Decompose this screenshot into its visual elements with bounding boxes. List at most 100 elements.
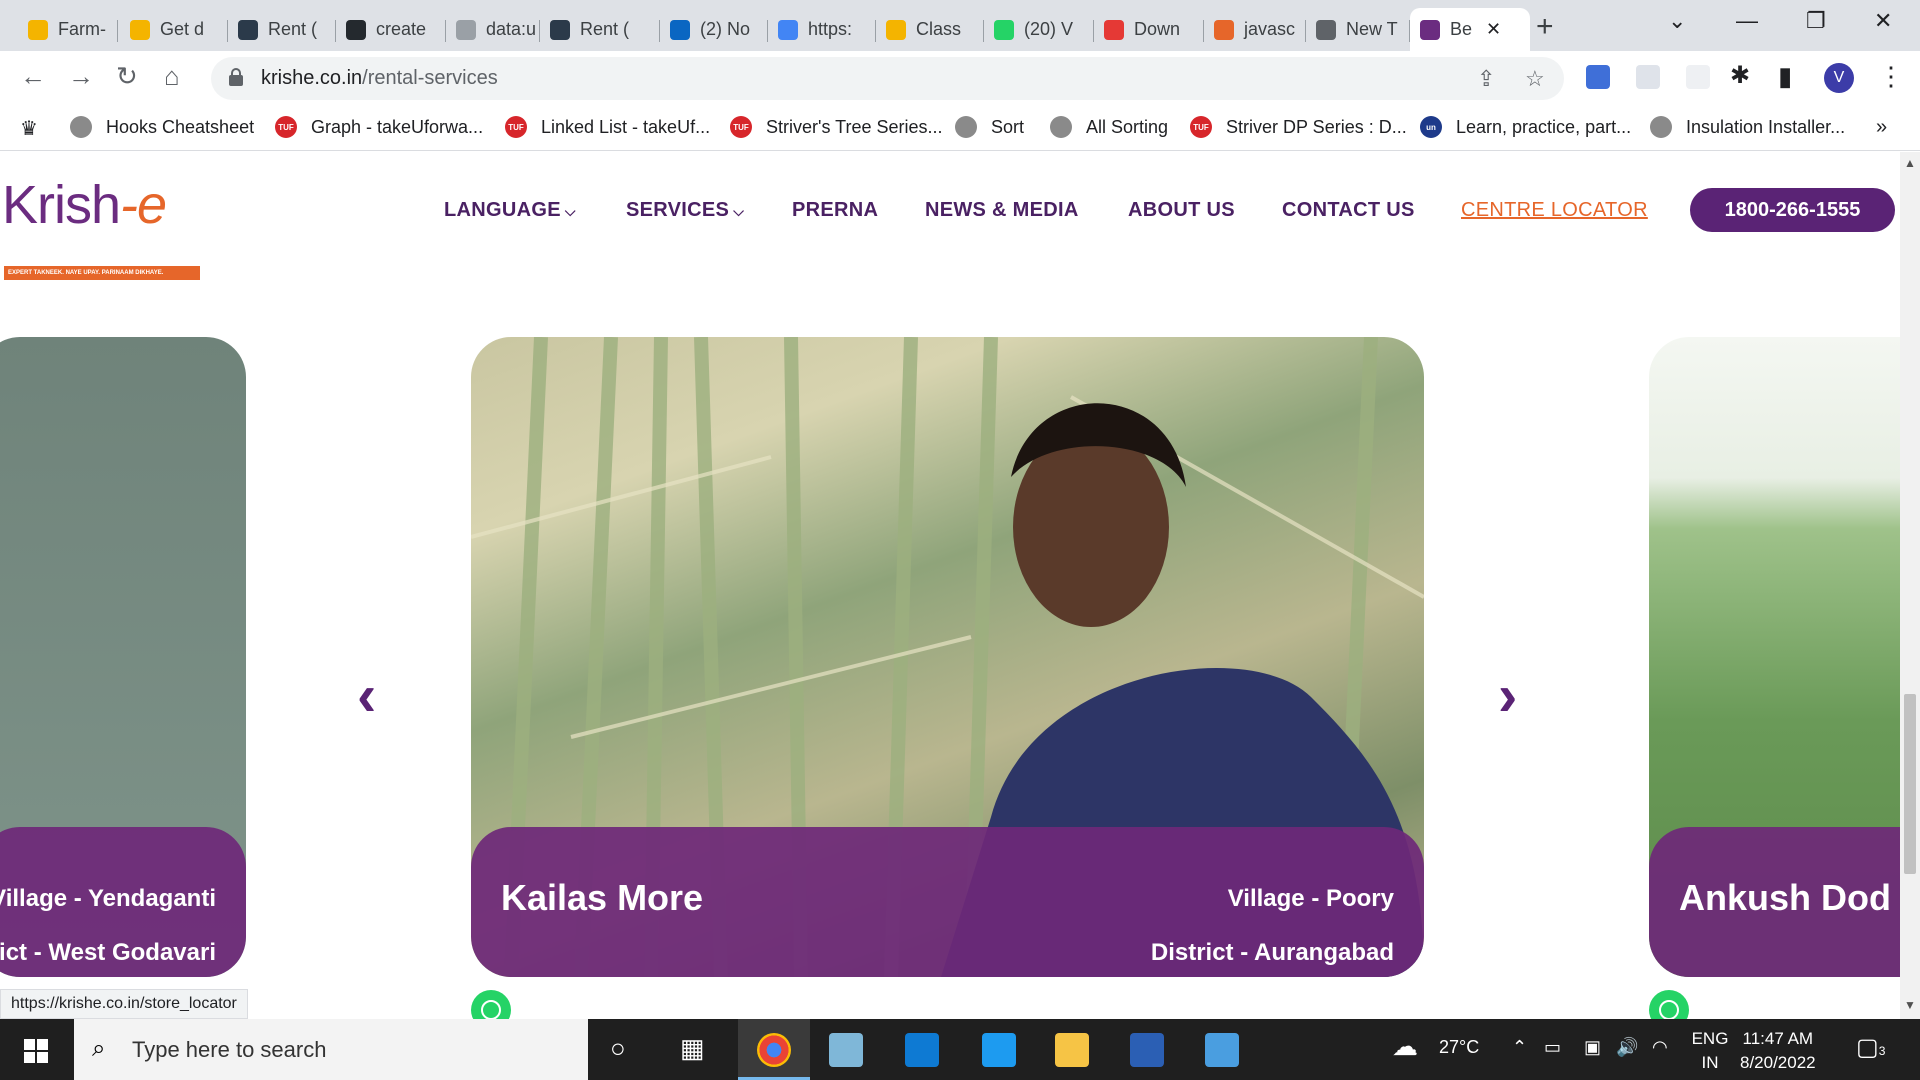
card-caption: Ankush Dod bbox=[1649, 827, 1900, 977]
task-view-icon[interactable]: ▦ bbox=[680, 1033, 705, 1064]
share-icon[interactable]: ⇪ bbox=[1477, 66, 1495, 92]
bookmark-favicon-icon bbox=[1050, 116, 1072, 138]
bookmark-item[interactable]: Sort bbox=[955, 116, 1024, 138]
nav-services[interactable]: SERVICES ⌵ bbox=[626, 199, 744, 222]
browser-tab[interactable]: data:u bbox=[446, 8, 540, 51]
lock-icon[interactable] bbox=[229, 68, 243, 86]
browser-tab[interactable]: (20) V bbox=[984, 8, 1094, 51]
browser-tab[interactable]: Get d bbox=[120, 8, 228, 51]
nav-language[interactable]: LANGUAGE ⌵ bbox=[444, 199, 576, 222]
crown-bookmark-icon[interactable]: ♛ bbox=[20, 116, 38, 141]
react-devtools-icon[interactable] bbox=[1636, 65, 1660, 89]
side-panel-icon[interactable]: ▮ bbox=[1778, 61, 1792, 92]
forward-icon[interactable]: → bbox=[68, 61, 94, 92]
testimonial-card-right[interactable]: Ankush Dod bbox=[1649, 337, 1900, 977]
tab-search-icon[interactable]: ⌄ bbox=[1668, 8, 1686, 34]
browser-tab[interactable]: create bbox=[336, 8, 446, 51]
tab-title: data:u bbox=[486, 19, 537, 39]
browser-tab[interactable]: Down bbox=[1094, 8, 1204, 51]
browser-tab[interactable]: javasc bbox=[1204, 8, 1306, 51]
new-tab-button[interactable]: + bbox=[1536, 10, 1554, 44]
taskbar-chrome-active[interactable] bbox=[738, 1019, 810, 1080]
cortana-icon[interactable]: ○ bbox=[610, 1033, 626, 1064]
nav-centre-locator[interactable]: CENTRE LOCATOR bbox=[1461, 199, 1648, 222]
web-page: Krish-e EXPERT TAKNEEK. NAYE UPAY. PARIN… bbox=[0, 152, 1900, 1019]
browser-tab[interactable]: Rent ( bbox=[540, 8, 660, 51]
bookmark-label: Graph - takeUforwa... bbox=[311, 116, 484, 137]
volume-icon[interactable]: 🔊 bbox=[1616, 1037, 1638, 1058]
extension-icon[interactable] bbox=[1586, 65, 1610, 89]
restore-icon[interactable]: ❐ bbox=[1806, 8, 1826, 34]
more-bookmarks-icon[interactable]: » bbox=[1876, 116, 1887, 139]
close-window-icon[interactable]: ✕ bbox=[1874, 8, 1892, 34]
bookmark-item[interactable]: TUF Striver DP Series : D... bbox=[1190, 116, 1407, 138]
nav-contact-us[interactable]: CONTACT US bbox=[1282, 199, 1415, 222]
phone-button[interactable]: 1800-266-1555 bbox=[1690, 188, 1895, 232]
testimonial-card-left[interactable]: Village - Yendaganti District - West God… bbox=[0, 337, 246, 977]
scrollbar-thumb[interactable] bbox=[1904, 694, 1916, 874]
bookmark-item[interactable]: TUF Striver's Tree Series... bbox=[730, 116, 942, 138]
bookmark-item[interactable]: un Learn, practice, part... bbox=[1420, 116, 1631, 138]
card-village: Village - Yendaganti bbox=[0, 885, 216, 912]
notification-icon[interactable]: ▢3 bbox=[1856, 1033, 1885, 1062]
menu-kebab-icon[interactable]: ⋮ bbox=[1878, 61, 1904, 92]
scroll-up-icon[interactable]: ▲ bbox=[1904, 156, 1916, 170]
tab-title: Be bbox=[1450, 19, 1473, 39]
bookmark-item[interactable]: TUF Linked List - takeUf... bbox=[505, 116, 710, 138]
browser-tab[interactable]: Class bbox=[876, 8, 984, 51]
nav-about-us[interactable]: ABOUT US bbox=[1128, 199, 1235, 222]
weather-temp[interactable]: 27°C bbox=[1439, 1037, 1479, 1058]
profile-avatar[interactable]: V bbox=[1824, 63, 1854, 93]
browser-tab[interactable]: Rent ( bbox=[228, 8, 336, 51]
word-icon[interactable] bbox=[1130, 1033, 1164, 1067]
browser-tab[interactable]: Farm- bbox=[18, 8, 118, 51]
page-scrollbar[interactable]: ▲ ▼ bbox=[1900, 152, 1920, 1019]
close-tab-icon[interactable]: ✕ bbox=[1486, 19, 1501, 40]
puzzle-extensions-icon[interactable]: ✱ bbox=[1730, 61, 1750, 90]
bookmark-item[interactable]: All Sorting bbox=[1050, 116, 1168, 138]
browser-tab[interactable]: https: bbox=[768, 8, 876, 51]
scroll-down-icon[interactable]: ▼ bbox=[1904, 998, 1916, 1012]
carousel-prev-icon[interactable]: ‹ bbox=[357, 662, 376, 729]
file-explorer-icon[interactable] bbox=[1055, 1033, 1089, 1067]
browser-tab[interactable]: (2) No bbox=[660, 8, 768, 51]
bookmark-star-icon[interactable]: ☆ bbox=[1525, 66, 1545, 92]
tab-favicon-icon bbox=[550, 19, 570, 40]
app-icon[interactable] bbox=[982, 1033, 1016, 1067]
reload-icon[interactable]: ↻ bbox=[116, 61, 138, 92]
tab-title: create bbox=[376, 19, 427, 39]
nav-prerna[interactable]: PRERNA bbox=[792, 199, 878, 222]
bookmark-item[interactable]: TUF Graph - takeUforwa... bbox=[275, 116, 483, 138]
nav-news-media[interactable]: NEWS & MEDIA bbox=[925, 199, 1079, 222]
address-bar[interactable]: krishe.co.in/rental-services ⇪ ☆ bbox=[211, 57, 1564, 100]
tab-title: Farm- bbox=[58, 19, 106, 39]
tab-title: Down bbox=[1134, 19, 1181, 39]
battery-icon[interactable]: ▭ bbox=[1544, 1037, 1561, 1058]
bookmarks-bar: ♛ Hooks Cheatsheet TUF Graph - takeUforwa.… bbox=[0, 106, 1920, 151]
carousel-next-icon[interactable]: › bbox=[1498, 662, 1517, 729]
taskbar-search-box[interactable]: ⌕ Type here to search bbox=[74, 1019, 588, 1080]
app-icon[interactable] bbox=[829, 1033, 863, 1067]
browser-tab[interactable]: New T bbox=[1306, 8, 1410, 51]
tray-chevron-up-icon[interactable]: ⌃ bbox=[1512, 1037, 1527, 1058]
windows-start-icon[interactable] bbox=[24, 1039, 48, 1063]
home-icon[interactable]: ⌂ bbox=[164, 61, 180, 92]
clock[interactable]: 11:47 AM 8/20/2022 bbox=[1740, 1027, 1816, 1075]
url-text[interactable]: krishe.co.in/rental-services bbox=[261, 67, 498, 90]
testimonial-card-center[interactable]: Kailas More Village - Poory District - A… bbox=[471, 337, 1424, 977]
bookmark-item[interactable]: Insulation Installer... bbox=[1650, 116, 1845, 138]
browser-tab[interactable]: Be ✕ bbox=[1410, 8, 1530, 51]
vscode-icon[interactable] bbox=[905, 1033, 939, 1067]
bookmark-item[interactable]: Hooks Cheatsheet bbox=[70, 116, 254, 138]
language-indicator[interactable]: ENG IN bbox=[1688, 1027, 1732, 1075]
krishe-logo[interactable]: Krish-e EXPERT TAKNEEK. NAYE UPAY. PARIN… bbox=[2, 174, 202, 280]
extension-icon[interactable] bbox=[1686, 65, 1710, 89]
meet-icon[interactable]: ▣ bbox=[1584, 1037, 1601, 1058]
browser-toolbar: ← → ↻ ⌂ krishe.co.in/rental-services ⇪ ☆… bbox=[0, 51, 1920, 106]
minimize-icon[interactable]: — bbox=[1736, 8, 1758, 34]
weather-cloud-icon[interactable]: ☁ bbox=[1392, 1031, 1418, 1062]
wifi-icon[interactable]: ◠ bbox=[1652, 1037, 1668, 1058]
card-district: District - West Godavari bbox=[0, 939, 216, 966]
back-icon[interactable]: ← bbox=[20, 61, 46, 92]
photos-icon[interactable] bbox=[1205, 1033, 1239, 1067]
